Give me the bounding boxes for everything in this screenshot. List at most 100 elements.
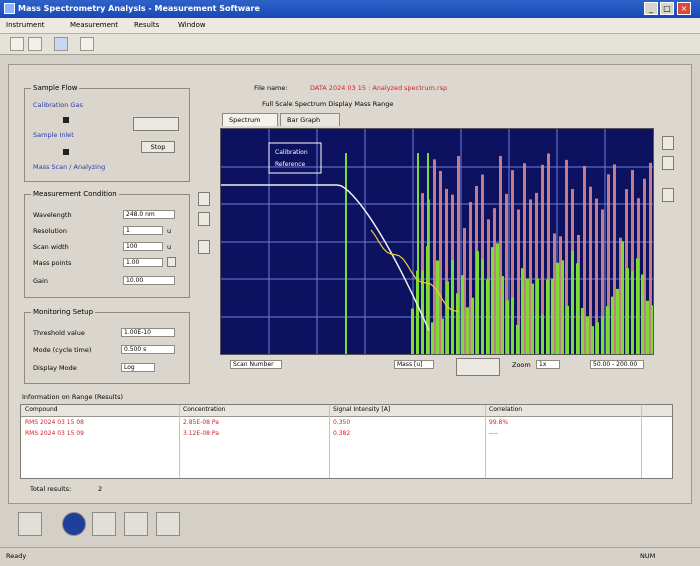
tab-spectrum[interactable]: Spectrum [222,113,278,126]
close-button[interactable]: × [677,2,691,15]
resolution-field[interactable]: 1 [123,226,163,235]
peak-bar [441,318,444,354]
app-icon [4,3,15,14]
peak-line [417,153,419,354]
print-icon[interactable] [92,512,116,536]
peak-line [345,153,347,354]
menu-item-window[interactable]: Window [178,21,206,29]
peak-bar [591,326,594,354]
cell: RMS 2024 03 15 08 [25,419,84,426]
peak-bar [461,275,464,354]
peak-bar [541,314,544,354]
legend-entry-1: Calibration [275,149,308,156]
scale-up-icon[interactable] [662,136,674,150]
scan-width-field[interactable]: 100 [123,242,163,251]
display-mode-label: Display Mode [33,364,77,372]
status-text: Ready [6,552,27,560]
peak-line [427,153,429,354]
flow-step-1[interactable]: Calibration Gas [33,101,83,109]
peak-bar [526,278,529,354]
start-button[interactable] [133,117,179,131]
zoom-buttons[interactable] [456,358,500,376]
instrument-icon[interactable] [54,37,68,51]
mass-field[interactable]: Mass [u] [394,360,434,369]
maximize-button[interactable]: □ [660,2,674,15]
status-bar: Ready NUM [0,547,700,566]
peak-bar [471,297,474,354]
peak-bar [501,276,504,354]
gain-field[interactable]: 10.00 [123,276,175,285]
cursor-icon[interactable] [198,240,210,254]
col-compound[interactable]: Compound [25,406,58,413]
spin-icon[interactable] [167,257,176,267]
tab-bar-graph[interactable]: Bar Graph [280,113,340,126]
wavelength-field[interactable]: 248.0 nm [123,210,175,219]
menu-item-instrument[interactable]: Instrument [6,21,45,29]
zoom-in-icon[interactable] [198,192,210,206]
spectrum-plot[interactable]: Calibration Reference [220,128,654,355]
total-results-label: Total results: [30,485,72,493]
peak-bar [631,271,634,354]
scan-number-field[interactable]: Scan Number [230,360,282,369]
cell: RMS 2024 03 15 09 [25,430,84,437]
plot-info: Full Scale Spectrum Display Mass Range [262,100,394,108]
peak-bar [476,251,479,354]
threshold-field[interactable]: 1.00E-10 [121,328,175,337]
peak-bar [596,322,599,354]
mode-label: Mode (cycle time) [33,346,92,354]
peak-bar [636,258,639,354]
display-mode-select[interactable]: Log [121,363,155,372]
autoscale-icon[interactable] [662,188,674,202]
measurement-title: Measurement Condition [31,190,119,198]
flow-step-2[interactable]: Sample Inlet [33,131,74,139]
sample-flow-title: Sample Flow [31,84,80,92]
measurement-condition-group: Measurement Condition Wavelength 248.0 n… [24,190,190,298]
settings-icon[interactable] [156,512,180,536]
peak-bar [536,278,539,354]
col-correlation[interactable]: Correlation [489,406,522,413]
minimize-button[interactable]: _ [644,2,658,15]
menu-item-measurement[interactable]: Measurement [70,21,118,29]
peak-bar [556,262,559,354]
stop-button[interactable]: Stop [141,141,175,153]
menu-item-results[interactable]: Results [134,21,159,29]
peak-bar [456,293,459,354]
spectrum-svg: Calibration Reference [221,129,653,354]
peak-bar [411,308,414,354]
peak-bar [611,296,614,354]
peak-bar [576,263,579,354]
peak-bar [511,297,514,354]
forward-icon[interactable] [28,37,42,51]
flow-step-3[interactable]: Mass Scan / Analyzing [33,163,105,171]
zoom-label: Zoom [512,361,531,369]
cell: 3.12E-08 Pa [183,430,219,437]
zoom-field[interactable]: 1x [536,360,560,369]
mass-points-field[interactable]: 1.00 [123,258,163,267]
peak-bar [651,305,653,354]
status-indicator: NUM [640,552,656,560]
down-arrow-icon [63,117,69,123]
back-icon[interactable] [10,37,24,51]
file-label: File name: [254,84,288,92]
mass-range-field[interactable]: 50.00 - 200.00 [590,360,644,369]
cell: 0.382 [333,430,351,437]
zoom-out-icon[interactable] [198,212,210,226]
export-icon[interactable] [124,512,148,536]
peak-bar [571,250,574,354]
col-signal[interactable]: Signal Intensity [A] [333,406,390,413]
wavelength-label: Wavelength [33,211,72,219]
peak-bar [561,260,564,354]
cell: 2.85E-08 Pa [183,419,219,426]
peak-bar [486,279,489,354]
cell: ---- [489,430,498,437]
info-icon[interactable] [18,512,42,536]
globe-icon[interactable] [62,512,86,536]
scale-down-icon[interactable] [662,156,674,170]
scan-width-unit: u [167,243,172,251]
peak-bar [491,247,494,354]
report-icon[interactable] [80,37,94,51]
col-concentration[interactable]: Concentration [183,406,225,413]
mode-field[interactable]: 0.500 s [121,345,175,354]
window-title: Mass Spectrometry Analysis - Measurement… [18,4,260,13]
monitoring-title: Monitoring Setup [31,308,96,316]
